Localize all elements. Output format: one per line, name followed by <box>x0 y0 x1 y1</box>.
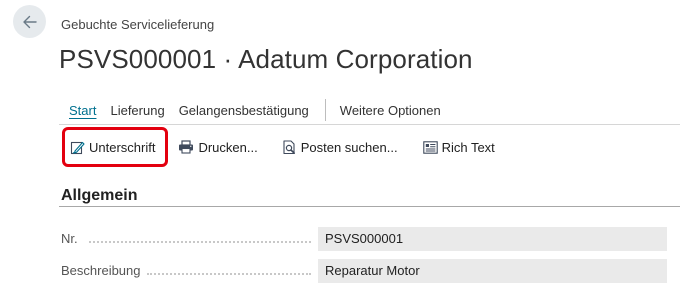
rich-text-icon <box>422 140 438 154</box>
find-entries-button-label: Posten suchen... <box>300 139 398 155</box>
section-divider <box>59 206 680 207</box>
field-leader-dots <box>147 273 311 275</box>
rich-text-button-label: Rich Text <box>441 139 495 155</box>
field-label-nr: Nr. <box>61 231 78 246</box>
nr-field[interactable]: PSVS000001 <box>318 227 667 251</box>
print-button-label: Drucken... <box>198 139 258 155</box>
tab-start[interactable]: Start <box>69 103 96 118</box>
find-entries-icon <box>283 139 295 154</box>
tabs-divider <box>59 124 680 125</box>
field-row-nr: Nr. PSVS000001 <box>61 227 669 251</box>
page-caption: Gebuchte Servicelieferung <box>61 17 215 32</box>
field-label-beschreibung: Beschreibung <box>61 263 141 278</box>
tab-divider <box>324 99 326 121</box>
rich-text-button[interactable]: Rich Text <box>422 139 495 155</box>
print-button[interactable]: Drucken... <box>178 139 258 155</box>
printer-icon <box>179 140 194 154</box>
page-title: PSVS000001 · Adatum Corporation <box>59 44 473 74</box>
section-title: Allgemein <box>61 187 138 204</box>
tab-gelangensbestaetigung[interactable]: Gelangensbestätigung <box>179 103 309 118</box>
field-row-beschreibung: Beschreibung Reparatur Motor <box>61 259 669 283</box>
tab-weitere-optionen[interactable]: Weitere Optionen <box>340 103 441 118</box>
tab-lieferung[interactable]: Lieferung <box>110 103 164 118</box>
field-leader-dots <box>89 241 311 243</box>
find-entries-button[interactable]: Posten suchen... <box>282 140 398 155</box>
back-button[interactable] <box>13 5 46 38</box>
signature-highlight-box <box>62 127 168 167</box>
action-tabs: Start Lieferung Gelangensbestätigung Wei… <box>69 99 455 121</box>
back-arrow-icon <box>22 15 37 28</box>
description-field[interactable]: Reparatur Motor <box>318 259 667 283</box>
